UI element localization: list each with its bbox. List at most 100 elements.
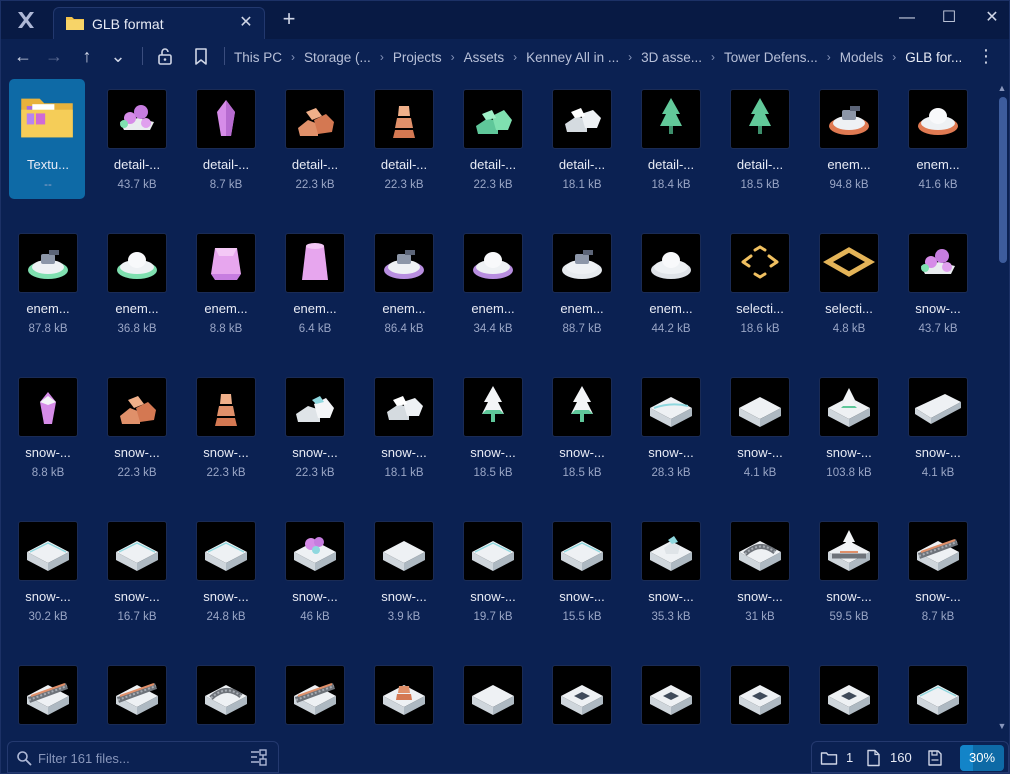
file-item[interactable]: snow-... 22.3 kB — [276, 367, 352, 487]
file-item[interactable]: enem... 8.8 kB — [187, 223, 263, 343]
file-item[interactable]: detail-... 43.7 kB — [98, 79, 174, 199]
file-item[interactable] — [810, 655, 886, 737]
file-item[interactable]: detail-... 18.5 kB — [721, 79, 797, 199]
item-name: snow-... — [470, 445, 516, 460]
item-size: 4.1 kB — [921, 467, 955, 479]
file-item[interactable]: snow-... 28.3 kB — [632, 367, 708, 487]
file-item[interactable]: enem... 6.4 kB — [276, 223, 352, 343]
breadcrumb-item[interactable]: Models — [840, 50, 884, 65]
file-item[interactable] — [721, 655, 797, 737]
file-item[interactable]: snow-... 43.7 kB — [899, 223, 975, 343]
item-name: snow-... — [826, 445, 872, 460]
file-item[interactable]: snow-... 30.2 kB — [9, 511, 85, 631]
breadcrumb-item[interactable]: Storage (... — [304, 50, 371, 65]
item-name: detail-... — [380, 157, 428, 172]
new-tab-button[interactable]: + — [279, 8, 299, 30]
maximize-button[interactable]: ☐ — [936, 7, 962, 29]
minimize-button[interactable]: — — [894, 7, 920, 29]
file-item[interactable] — [9, 655, 85, 737]
folder-item[interactable]: Textu... -- — [9, 79, 85, 199]
file-item[interactable]: snow-... 35.3 kB — [632, 511, 708, 631]
file-item[interactable]: enem... 41.6 kB — [899, 79, 975, 199]
file-item[interactable]: enem... 34.4 kB — [454, 223, 530, 343]
filter-options-icon[interactable] — [248, 748, 268, 768]
file-item[interactable]: snow-... 46 kB — [276, 511, 352, 631]
file-item[interactable]: snow-... 15.5 kB — [543, 511, 619, 631]
tree-green-icon — [641, 89, 701, 149]
close-window-button[interactable]: ✕ — [979, 7, 1005, 29]
app-logo-icon[interactable] — [15, 9, 37, 31]
file-item[interactable]: snow-... 19.7 kB — [454, 511, 530, 631]
up-button[interactable]: ↑ — [75, 44, 99, 68]
more-options-button[interactable]: ⋮ — [974, 44, 998, 68]
bookmark-icon[interactable] — [190, 45, 212, 67]
tile-snow-icon — [463, 665, 523, 725]
file-item[interactable]: snow-... 18.5 kB — [454, 367, 530, 487]
breadcrumb-item[interactable]: This PC — [234, 50, 282, 65]
file-item[interactable]: detail-... 18.4 kB — [632, 79, 708, 199]
file-item[interactable]: enem... 36.8 kB — [98, 223, 174, 343]
back-button[interactable]: ← — [11, 44, 35, 68]
file-item[interactable] — [454, 655, 530, 737]
item-size: 18.4 kB — [651, 179, 691, 191]
file-item[interactable]: snow-... 31 kB — [721, 511, 797, 631]
file-item[interactable]: snow-... 8.8 kB — [9, 367, 85, 487]
file-item[interactable]: snow-... 59.5 kB — [810, 511, 886, 631]
scroll-down-icon[interactable]: ▼ — [997, 721, 1007, 731]
item-size: 43.7 kB — [117, 179, 157, 191]
tab-active[interactable]: GLB format ✕ — [53, 7, 265, 39]
file-item[interactable] — [187, 655, 263, 737]
file-item[interactable]: snow-... 22.3 kB — [187, 367, 263, 487]
file-item[interactable] — [365, 655, 441, 737]
file-item[interactable]: snow-... 103.8 kB — [810, 367, 886, 487]
zoom-indicator[interactable]: 30% — [960, 745, 1004, 771]
search-icon — [17, 751, 32, 766]
file-item[interactable]: detail-... 8.7 kB — [187, 79, 263, 199]
file-item[interactable]: enem... 87.8 kB — [9, 223, 85, 343]
file-item[interactable]: enem... 88.7 kB — [543, 223, 619, 343]
file-item[interactable]: detail-... 18.1 kB — [543, 79, 619, 199]
file-item[interactable]: detail-... 22.3 kB — [454, 79, 530, 199]
breadcrumb-item[interactable]: Tower Defens... — [724, 50, 818, 65]
file-item[interactable] — [543, 655, 619, 737]
file-item[interactable]: detail-... 22.3 kB — [365, 79, 441, 199]
scroll-up-icon[interactable]: ▲ — [997, 83, 1007, 93]
breadcrumb-item[interactable]: GLB for... — [905, 50, 962, 65]
breadcrumb-item[interactable]: Kenney All in ... — [526, 50, 619, 65]
file-item[interactable]: snow-... 16.7 kB — [98, 511, 174, 631]
file-item[interactable]: selecti... 18.6 kB — [721, 223, 797, 343]
filter-input[interactable] — [38, 748, 238, 768]
file-item[interactable]: snow-... 22.3 kB — [98, 367, 174, 487]
file-item[interactable]: enem... 94.8 kB — [810, 79, 886, 199]
file-item[interactable]: snow-... 3.9 kB — [365, 511, 441, 631]
file-item[interactable]: enem... 86.4 kB — [365, 223, 441, 343]
file-item[interactable] — [98, 655, 174, 737]
file-item[interactable] — [899, 655, 975, 737]
item-size: 22.3 kB — [117, 467, 157, 479]
file-item[interactable] — [276, 655, 352, 737]
file-item[interactable]: detail-... 22.3 kB — [276, 79, 352, 199]
file-item[interactable]: snow-... 18.1 kB — [365, 367, 441, 487]
unlock-icon[interactable] — [154, 45, 176, 67]
file-item[interactable]: snow-... 18.5 kB — [543, 367, 619, 487]
ufo-turret-purple-icon — [374, 233, 434, 293]
item-name: enem... — [204, 301, 248, 316]
file-item[interactable]: snow-... 24.8 kB — [187, 511, 263, 631]
scrollbar-thumb[interactable] — [999, 97, 1007, 263]
breadcrumb-item[interactable]: Assets — [464, 50, 505, 65]
item-name: snow-... — [559, 445, 605, 460]
file-item[interactable]: snow-... 8.7 kB — [899, 511, 975, 631]
file-item[interactable]: enem... 44.2 kB — [632, 223, 708, 343]
folder-outline-icon — [820, 752, 838, 765]
item-name: snow-... — [737, 589, 783, 604]
file-item[interactable]: selecti... 4.8 kB — [810, 223, 886, 343]
save-icon[interactable] — [926, 749, 944, 767]
forward-button[interactable]: → — [42, 44, 66, 68]
file-item[interactable]: snow-... 4.1 kB — [721, 367, 797, 487]
close-tab-icon[interactable]: ✕ — [238, 15, 254, 31]
breadcrumb-item[interactable]: 3D asse... — [641, 50, 702, 65]
breadcrumb-item[interactable]: Projects — [393, 50, 442, 65]
history-dropdown-button[interactable]: ⌄ — [106, 44, 130, 68]
file-item[interactable]: snow-... 4.1 kB — [899, 367, 975, 487]
file-item[interactable] — [632, 655, 708, 737]
